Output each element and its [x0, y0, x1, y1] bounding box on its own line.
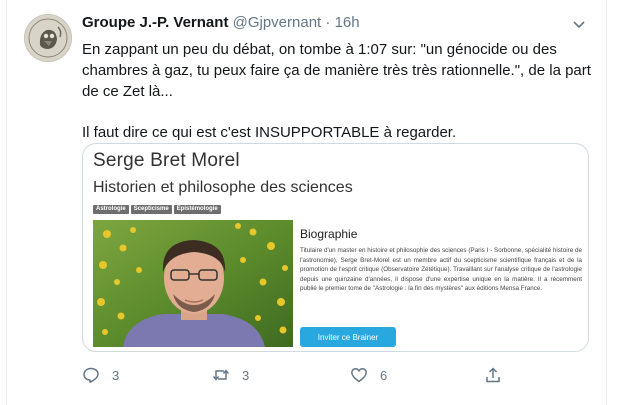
- like-icon: [351, 368, 367, 383]
- caret-down-icon[interactable]: [572, 17, 586, 29]
- card-name: Serge Bret Morel: [93, 150, 240, 171]
- bio-text: Titulaire d'un master en histoire et phi…: [300, 247, 582, 293]
- tag-list: Astrologie Scepticisme Epistémologie: [93, 205, 221, 214]
- share-button[interactable]: [484, 366, 502, 384]
- like-count: 6: [380, 367, 388, 383]
- avatar[interactable]: [24, 14, 72, 62]
- link-card[interactable]: Serge Bret Morel Historien et philosophe…: [82, 143, 589, 352]
- share-icon: [486, 367, 500, 383]
- separator: ·: [325, 14, 331, 31]
- reply-count: 3: [112, 367, 120, 383]
- retweet-icon: [212, 369, 230, 381]
- tag: Scepticisme: [130, 205, 172, 214]
- timeline-divider: [6, 0, 7, 405]
- handle[interactable]: @Gjpvernant: [233, 14, 322, 31]
- tweet[interactable]: Groupe J.-P. Vernant @Gjpvernant · 16h E…: [0, 0, 630, 405]
- retweet-count: 3: [242, 367, 250, 383]
- tag: Epistémologie: [173, 205, 221, 214]
- action-bar: 3 3 6: [82, 366, 582, 390]
- bio-title: Biographie: [300, 227, 358, 241]
- tweet-paragraph: Il faut dire ce qui est c'est INSUPPORTA…: [82, 124, 457, 141]
- invite-button[interactable]: Inviter ce Brainer: [300, 327, 396, 347]
- display-name[interactable]: Groupe J.-P. Vernant: [82, 14, 228, 31]
- tweet-text: En zappant un peu du débat, on tombe à 1…: [82, 39, 602, 143]
- like-button[interactable]: 6: [350, 366, 387, 384]
- tweet-paragraph: En zappant un peu du débat, on tombe à 1…: [82, 41, 591, 100]
- reply-icon: [83, 367, 99, 383]
- tweet-header: Groupe J.-P. Vernant @Gjpvernant · 16h: [82, 14, 360, 31]
- profile-photo: [93, 220, 293, 347]
- card-subtitle: Historien et philosophe des sciences: [93, 179, 353, 196]
- reply-button[interactable]: 3: [82, 366, 119, 384]
- avatar-image: [25, 15, 71, 61]
- tag: Astrologie: [93, 205, 129, 214]
- retweet-button[interactable]: 3: [212, 366, 249, 384]
- timeline-divider: [606, 0, 607, 405]
- timestamp[interactable]: 16h: [335, 14, 360, 31]
